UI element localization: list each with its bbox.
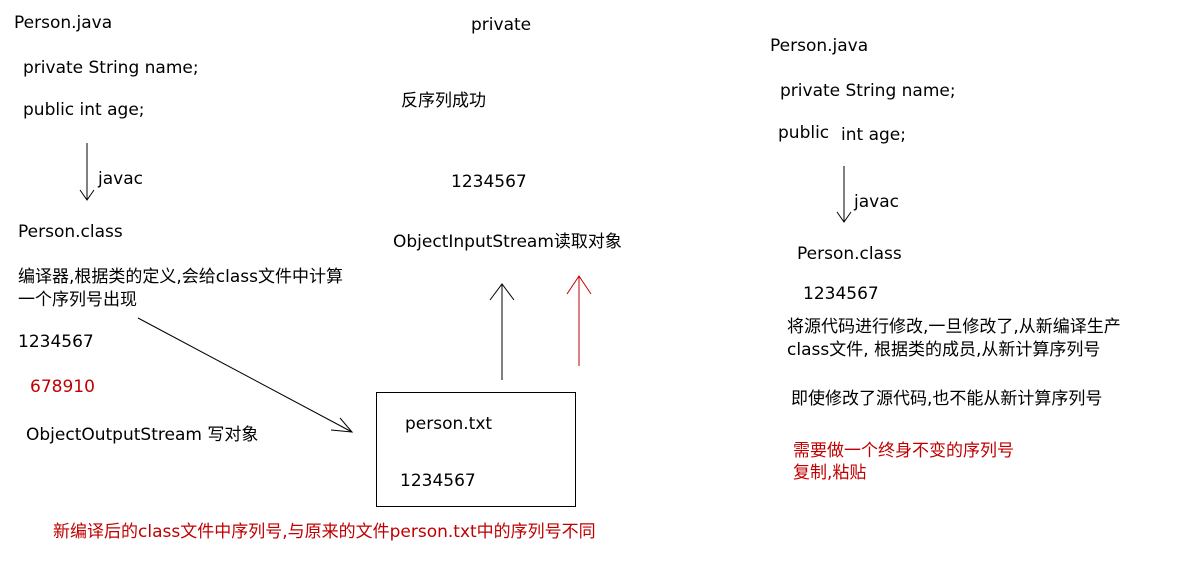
output-stream-label: ObjectOutputStream 写对象 — [26, 425, 259, 445]
right-javac-label: javac — [854, 192, 899, 212]
left-new-serial: 678910 — [30, 377, 95, 397]
right-file-title: Person.java — [770, 36, 869, 56]
person-txt-title: person.txt — [405, 414, 493, 434]
left-javac-label: javac — [98, 169, 143, 189]
right-class-title: Person.class — [797, 244, 902, 264]
middle-serial: 1234567 — [451, 172, 527, 192]
need-fixed-serial: 需要做一个终身不变的序列号 — [793, 441, 1014, 461]
bottom-note: 新编译后的class文件中序列号,与原来的文件person.txt中的序列号不同 — [53, 522, 596, 542]
copy-paste-note: 复制,粘贴 — [793, 463, 867, 483]
input-stream-label: ObjectInputStream读取对象 — [393, 232, 622, 252]
person-txt-serial: 1234567 — [400, 471, 476, 491]
even-if-note: 即使修改了源代码,也不能从新计算序列号 — [791, 389, 1103, 409]
left-file-title: Person.java — [14, 13, 113, 33]
right-field-age-type: int age; — [841, 125, 906, 145]
left-class-title: Person.class — [18, 222, 123, 242]
right-field-name: private String name; — [780, 81, 956, 101]
private-label: private — [471, 15, 532, 35]
left-serial: 1234567 — [18, 332, 94, 352]
deserialize-success: 反序列成功 — [401, 91, 486, 111]
write-object-arrow — [137, 317, 353, 433]
right-field-age-modifier: public — [778, 123, 830, 143]
right-serial: 1234567 — [803, 284, 879, 304]
left-field-age: public int age; — [23, 100, 145, 120]
left-field-name: private String name; — [23, 58, 199, 78]
modify-note: 将源代码进行修改,一旦修改了,从新编译生产class文件, 根据类的成员,从新计… — [787, 317, 1121, 360]
compiler-note: 编译器,根据类的定义,会给class文件中计算一个序列号出现 — [18, 267, 344, 310]
